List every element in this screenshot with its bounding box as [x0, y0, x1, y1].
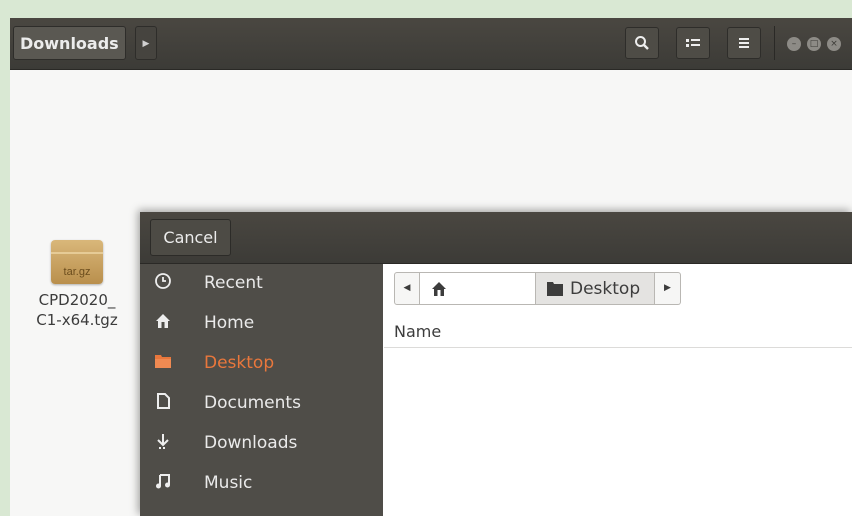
dialog-header: Cancel: [140, 212, 852, 264]
document-icon: [152, 392, 174, 414]
music-icon: [152, 472, 174, 494]
minimize-button[interactable]: –: [787, 37, 801, 51]
path-forward-button[interactable]: ▶: [135, 26, 157, 60]
sidebar-item-desktop[interactable]: Desktop: [140, 344, 383, 384]
sidebar-item-label: Recent: [204, 273, 263, 293]
separator: [774, 26, 775, 60]
sidebar-item-home[interactable]: Home: [140, 304, 383, 344]
home-icon: [152, 312, 174, 334]
clock-icon: [152, 272, 174, 294]
sidebar-item-label: Documents: [204, 393, 301, 413]
sidebar-item-downloads[interactable]: Downloads: [140, 424, 383, 464]
file-name-line2: C1-x64.tgz: [36, 311, 118, 329]
sidebar-item-label: Home: [204, 313, 255, 333]
hamburger-menu-icon: [739, 38, 749, 48]
sidebar-item-label: Desktop: [204, 353, 275, 373]
column-header-name[interactable]: Name: [384, 316, 852, 348]
sidebar-item-music[interactable]: Music: [140, 464, 383, 504]
file-name-line1: CPD2020_: [38, 291, 116, 309]
location-button-downloads[interactable]: Downloads: [13, 26, 126, 60]
cancel-button[interactable]: Cancel: [150, 219, 231, 256]
file-name: CPD2020_ C1-x64.tgz: [27, 290, 127, 330]
maximize-button[interactable]: □: [807, 37, 821, 51]
sidebar-item-recent[interactable]: Recent: [140, 264, 383, 304]
view-toggle-button[interactable]: [676, 27, 710, 59]
header-bar: Downloads ▶ – □ ×: [10, 18, 852, 70]
home-icon: [432, 282, 446, 296]
column-header-label: Name: [394, 322, 442, 341]
close-button[interactable]: ×: [827, 37, 841, 51]
download-icon: [152, 432, 174, 454]
file-chooser-dialog: Cancel Recent Home Desktop Documents Dow…: [140, 212, 852, 516]
archive-file-icon: tar.gz: [51, 240, 103, 284]
sidebar-item-label: Music: [204, 473, 253, 493]
list-view-icon: [686, 39, 700, 47]
search-button[interactable]: [625, 27, 659, 59]
path-bar: ◀ Desktop ▶: [394, 272, 681, 305]
path-forward-button[interactable]: ▶: [655, 272, 681, 305]
file-item[interactable]: tar.gz CPD2020_ C1-x64.tgz: [27, 240, 127, 330]
file-type-badge: tar.gz: [63, 266, 91, 278]
path-desktop-button[interactable]: Desktop: [536, 272, 655, 305]
path-desktop-label: Desktop: [570, 279, 641, 299]
path-back-button[interactable]: ◀: [394, 272, 420, 305]
sidebar-item-documents[interactable]: Documents: [140, 384, 383, 424]
sidebar-item-label: Downloads: [204, 433, 298, 453]
search-icon: [635, 36, 649, 50]
folder-icon: [547, 282, 563, 296]
places-sidebar: Recent Home Desktop Documents Downloads: [140, 264, 383, 516]
folder-icon: [152, 352, 174, 374]
path-home-button[interactable]: [420, 272, 536, 305]
menu-button[interactable]: [727, 27, 761, 59]
